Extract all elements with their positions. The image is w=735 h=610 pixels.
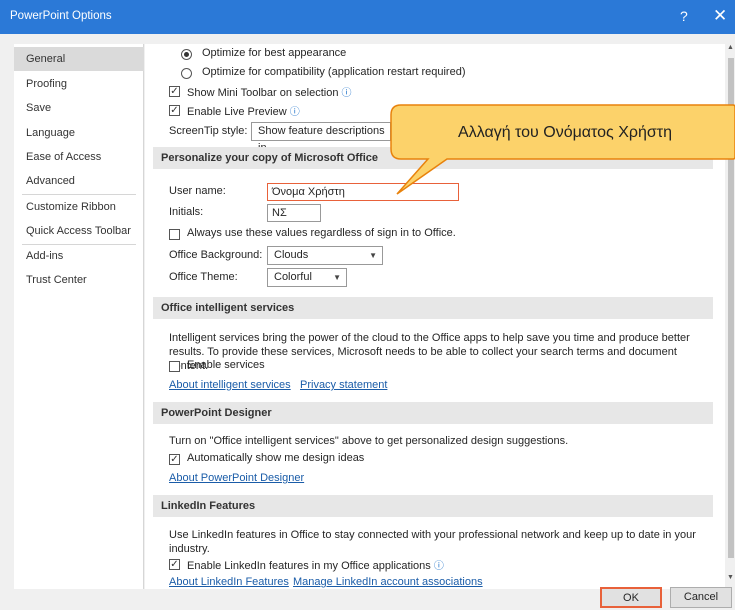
linkedin-enable-label: Enable LinkedIn features in my Office ap… <box>187 560 444 572</box>
chevron-down-icon: ▼ <box>369 251 377 260</box>
mini-toolbar-label: Show Mini Toolbar on selection ⓘ <box>187 87 352 99</box>
title-bar: PowerPoint Options ? ✕ <box>0 0 735 34</box>
help-button[interactable]: ? <box>680 8 688 24</box>
optimize-compat-label: Optimize for compatibility (application … <box>202 66 466 78</box>
sidebar-item-general[interactable]: General <box>14 47 144 71</box>
screentip-select[interactable]: Show feature descriptions in <box>251 122 391 154</box>
designer-section-header: PowerPoint Designer <box>153 402 713 424</box>
optimize-best-label: Optimize for best appearance <box>202 47 347 59</box>
office-background-value: Clouds <box>274 249 309 261</box>
office-theme-select[interactable]: Colorful ▼ <box>267 268 347 287</box>
linkedin-section-header: LinkedIn Features <box>153 495 713 517</box>
enable-services-label: Enable services <box>187 359 265 371</box>
intelligent-section-header: Office intelligent services <box>153 297 713 319</box>
window-title: PowerPoint Options <box>10 10 112 22</box>
sidebar-item-language[interactable]: Language <box>14 121 144 145</box>
enable-services-checkbox[interactable] <box>169 361 180 372</box>
sidebar-item-trust-center[interactable]: Trust Center <box>14 268 144 292</box>
initials-label: Initials: <box>169 206 204 218</box>
screentip-label: ScreenTip style: <box>169 125 248 137</box>
mini-toolbar-checkbox[interactable]: ✓ <box>169 86 180 97</box>
chevron-down-icon: ▼ <box>333 273 341 282</box>
auto-design-ideas-checkbox[interactable]: ✓ <box>169 454 180 465</box>
info-icon: ⓘ <box>289 107 300 118</box>
linkedin-description: Use LinkedIn features in Office to stay … <box>169 529 696 555</box>
scroll-up-icon[interactable]: ▲ <box>727 44 734 51</box>
auto-design-ideas-label: Automatically show me design ideas <box>187 452 365 464</box>
close-button[interactable]: ✕ <box>713 6 727 26</box>
user-name-input[interactable]: Όνομα Χρήστη <box>267 183 459 201</box>
manage-linkedin-link[interactable]: Manage LinkedIn account associations <box>293 576 483 588</box>
about-intelligent-link[interactable]: About intelligent services <box>169 379 291 391</box>
optimize-compat-radio[interactable] <box>181 68 192 79</box>
live-preview-checkbox[interactable]: ✓ <box>169 105 180 116</box>
live-preview-label: Enable Live Preview ⓘ <box>187 106 300 118</box>
office-background-select[interactable]: Clouds ▼ <box>267 246 383 265</box>
office-theme-label: Office Theme: <box>169 271 238 283</box>
scroll-down-icon[interactable]: ▼ <box>727 574 734 581</box>
info-icon: ⓘ <box>341 88 352 99</box>
always-use-checkbox[interactable] <box>169 229 180 240</box>
linkedin-enable-checkbox[interactable]: ✓ <box>169 559 180 570</box>
ok-button[interactable]: OK <box>600 587 662 608</box>
sidebar-item-proofing[interactable]: Proofing <box>14 72 144 96</box>
sidebar-item-save[interactable]: Save <box>14 96 144 120</box>
designer-description: Turn on "Office intelligent services" ab… <box>169 435 569 447</box>
options-sidebar: General Proofing Save Language Ease of A… <box>14 44 144 589</box>
dialog-body: General Proofing Save Language Ease of A… <box>0 34 735 610</box>
privacy-statement-link[interactable]: Privacy statement <box>300 379 387 391</box>
user-name-label: User name: <box>169 185 226 197</box>
initials-input[interactable]: ΝΣ <box>267 204 321 222</box>
callout-text: Αλλαγή του Ονόματος Χρήστη <box>458 124 672 141</box>
about-linkedin-link[interactable]: About LinkedIn Features <box>169 576 289 588</box>
sidebar-item-ease-of-access[interactable]: Ease of Access <box>14 145 144 169</box>
sidebar-item-advanced[interactable]: Advanced <box>14 169 144 193</box>
sidebar-item-add-ins[interactable]: Add-ins <box>14 244 144 268</box>
office-theme-value: Colorful <box>274 271 312 283</box>
sidebar-item-customize-ribbon[interactable]: Customize Ribbon <box>14 195 144 219</box>
about-designer-link[interactable]: About PowerPoint Designer <box>169 472 304 484</box>
cancel-button[interactable]: Cancel <box>670 587 732 608</box>
info-icon: ⓘ <box>433 561 444 572</box>
office-background-label: Office Background: <box>169 249 263 261</box>
sidebar-item-quick-access-toolbar[interactable]: Quick Access Toolbar <box>14 219 144 243</box>
optimize-best-radio[interactable] <box>181 49 192 60</box>
personalize-section-header: Personalize your copy of Microsoft Offic… <box>153 147 713 169</box>
always-use-label: Always use these values regardless of si… <box>187 227 456 239</box>
